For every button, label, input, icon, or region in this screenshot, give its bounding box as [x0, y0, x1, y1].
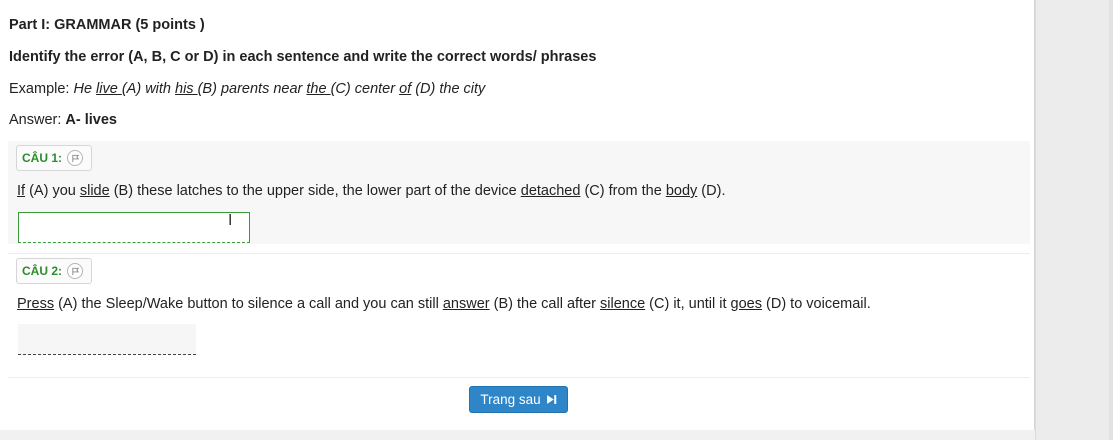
sentence-fragment: (A) the Sleep/Wake button to silence a c…: [54, 296, 443, 312]
question-sentence-2: Press (A) the Sleep/Wake button to silen…: [17, 296, 871, 312]
question-label-2: CÂU 2:: [22, 264, 63, 278]
answer-example-label: Answer:: [9, 112, 62, 128]
right-gutter: [1035, 0, 1113, 440]
underlined-option: the: [306, 81, 331, 97]
underlined-option: his: [175, 81, 198, 97]
underlined-option: detached: [520, 183, 581, 199]
underlined-option: Press: [17, 296, 55, 312]
answer-example-value: A- lives: [65, 112, 118, 128]
next-page-label: Trang sau: [480, 392, 541, 407]
sentence-fragment: (D).: [697, 183, 726, 199]
sentence-fragment: (C) from the: [580, 183, 666, 199]
next-page-button[interactable]: Trang sau: [469, 386, 568, 413]
underlined-option: goes: [730, 296, 762, 312]
sentence-fragment: (C) it, until it: [645, 296, 731, 312]
sentence-fragment: (D) to voicemail.: [762, 296, 871, 312]
question-sentence-1: If (A) you slide (B) these latches to th…: [17, 183, 725, 199]
example-line: Example: He live (A) with his (B) parent…: [9, 81, 485, 97]
underlined-option: of: [399, 81, 412, 97]
sentence-fragment: (D) the city: [411, 81, 486, 97]
question-label-1: CÂU 1:: [22, 151, 63, 165]
part-title: Part I: GRAMMAR (5 points ): [9, 17, 205, 33]
text-cursor-icon: Ι: [228, 211, 233, 229]
underlined-option: body: [665, 183, 698, 199]
answer-input-2[interactable]: [18, 324, 196, 355]
question-badge-2: CÂU 2:: [16, 258, 93, 284]
underlined-option: live: [96, 81, 122, 97]
sentence-fragment: (A) you: [25, 183, 80, 199]
sentence-fragment: (A) with: [121, 81, 176, 97]
underlined-option: If: [17, 183, 26, 199]
underlined-option: slide: [79, 183, 110, 199]
sentence-fragment: (C) center: [330, 81, 400, 97]
answer-input-1[interactable]: [18, 212, 250, 243]
step-forward-icon: [546, 394, 557, 405]
answer-example-line: Answer: A- lives: [9, 112, 117, 128]
instruction-text: Identify the error (A, B, C or D) in eac…: [9, 49, 597, 65]
example-label: Example:: [9, 81, 70, 97]
underlined-option: silence: [600, 296, 646, 312]
footer-divider: [8, 377, 1030, 378]
sentence-fragment: (B) the call after: [489, 296, 600, 312]
example-sentence: He live (A) with his (B) parents near th…: [69, 81, 485, 97]
sentence-fragment: He: [69, 81, 97, 97]
sentence-fragment: (B) parents near: [197, 81, 307, 97]
sentence-fragment: (B) these latches to the upper side, the…: [109, 183, 521, 199]
question-badge-1: CÂU 1:: [16, 145, 93, 171]
exam-panel: Part I: GRAMMAR (5 points ) Identify the…: [0, 0, 1035, 430]
question-block-2: CÂU 2: Press (A) the Sleep/Wake button t…: [8, 253, 1030, 374]
underlined-option: answer: [442, 296, 490, 312]
flag-icon[interactable]: [67, 150, 84, 166]
flag-icon[interactable]: [67, 263, 84, 279]
question-block-1: CÂU 1: If (A) you slide (B) these latche…: [8, 141, 1030, 244]
scrollbar[interactable]: [1109, 0, 1113, 440]
